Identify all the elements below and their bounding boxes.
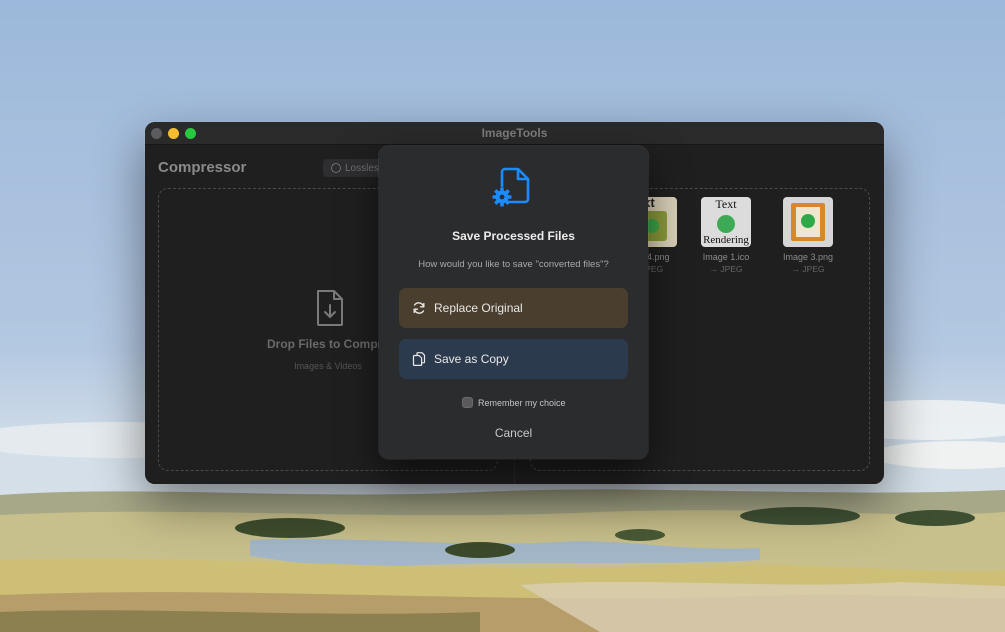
file-name: Image 3.png: [782, 252, 834, 262]
save-as-copy-label: Save as Copy: [434, 352, 509, 366]
file-name: Image 1.ico: [702, 252, 750, 262]
save-dialog: Save Processed Files How would you like …: [379, 146, 648, 459]
document-gear-icon: [492, 167, 530, 207]
file-conversion: → JPEG: [791, 264, 825, 274]
replace-original-button[interactable]: Replace Original: [399, 288, 628, 328]
save-as-copy-button[interactable]: Save as Copy: [399, 339, 628, 379]
dialog-subtitle: How would you like to save "converted fi…: [418, 259, 609, 270]
replace-original-label: Replace Original: [434, 301, 523, 315]
file-item[interactable]: Image 3.png → JPEG: [776, 197, 840, 274]
document-download-icon: [317, 290, 343, 326]
file-item[interactable]: Text Rendering Image 1.ico → JPEG: [694, 197, 758, 274]
refresh-icon: [413, 302, 425, 314]
remember-choice-checkbox[interactable]: Remember my choice: [462, 397, 566, 408]
window-title: ImageTools: [481, 126, 548, 140]
file-thumbnail: [783, 197, 833, 247]
remember-choice-label: Remember my choice: [478, 397, 566, 408]
copy-document-icon: [412, 352, 426, 366]
file-conversion: → JPEG: [709, 264, 743, 274]
check-circle-icon: [331, 163, 341, 173]
title-bar: ImageTools: [145, 122, 884, 145]
thumbnail-text: Text: [715, 197, 737, 211]
compressor-title: Compressor: [158, 159, 247, 176]
cancel-button[interactable]: Cancel: [379, 426, 648, 440]
file-thumbnail: Text Rendering: [701, 197, 751, 247]
checkbox-box[interactable]: [462, 397, 473, 408]
thumbnail-text: Rendering: [703, 234, 749, 246]
dialog-title: Save Processed Files: [452, 229, 575, 243]
